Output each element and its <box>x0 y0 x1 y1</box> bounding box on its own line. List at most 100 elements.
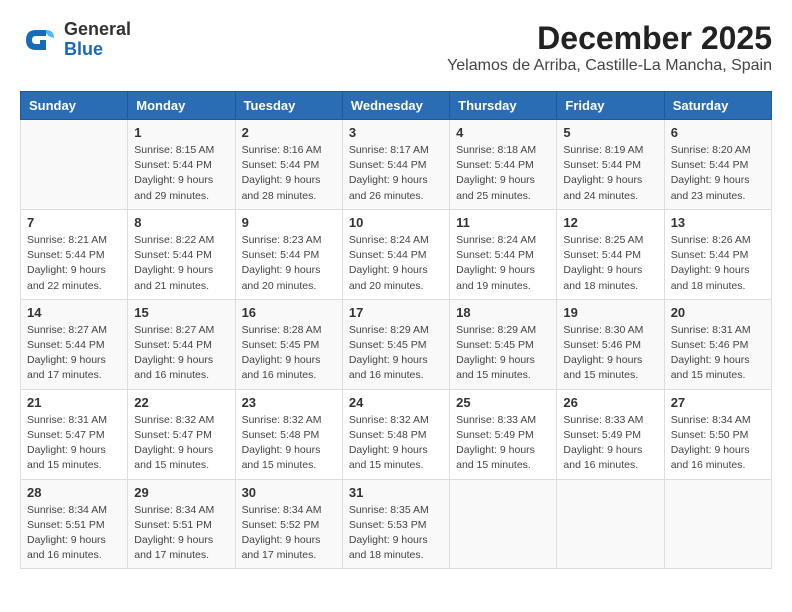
day-number: 15 <box>134 305 228 320</box>
calendar-cell: 7 Sunrise: 8:21 AMSunset: 5:44 PMDaylight… <box>21 209 128 299</box>
day-info: Sunrise: 8:26 AMSunset: 5:44 PMDaylight:… <box>671 233 765 294</box>
day-number: 28 <box>27 485 121 500</box>
day-number: 29 <box>134 485 228 500</box>
day-info: Sunrise: 8:32 AMSunset: 5:48 PMDaylight:… <box>242 413 336 474</box>
day-number: 31 <box>349 485 443 500</box>
day-info: Sunrise: 8:33 AMSunset: 5:49 PMDaylight:… <box>456 413 550 474</box>
calendar-cell <box>557 479 664 569</box>
day-number: 26 <box>563 395 657 410</box>
day-number: 14 <box>27 305 121 320</box>
day-number: 9 <box>242 215 336 230</box>
weekday-header-tuesday: Tuesday <box>235 92 342 120</box>
day-info: Sunrise: 8:17 AMSunset: 5:44 PMDaylight:… <box>349 143 443 204</box>
calendar-cell: 15 Sunrise: 8:27 AMSunset: 5:44 PMDayligh… <box>128 299 235 389</box>
week-row-3: 14 Sunrise: 8:27 AMSunset: 5:44 PMDayligh… <box>21 299 772 389</box>
month-title: December 2025 <box>447 20 772 57</box>
weekday-header-monday: Monday <box>128 92 235 120</box>
day-number: 24 <box>349 395 443 410</box>
weekday-header-friday: Friday <box>557 92 664 120</box>
day-info: Sunrise: 8:34 AMSunset: 5:51 PMDaylight:… <box>134 503 228 564</box>
calendar-cell: 25Sunrise: 8:33 AMSunset: 5:49 PMDayligh… <box>450 389 557 479</box>
day-number: 21 <box>27 395 121 410</box>
day-info: Sunrise: 8:27 AMSunset: 5:44 PMDaylight:… <box>27 323 121 384</box>
calendar-cell: 3 Sunrise: 8:17 AMSunset: 5:44 PMDaylight… <box>342 120 449 210</box>
day-number: 7 <box>27 215 121 230</box>
day-number: 8 <box>134 215 228 230</box>
weekday-header-thursday: Thursday <box>450 92 557 120</box>
logo: General Blue <box>20 20 131 60</box>
calendar-cell: 6 Sunrise: 8:20 AMSunset: 5:44 PMDaylight… <box>664 120 771 210</box>
calendar-cell: 4Sunrise: 8:18 AMSunset: 5:44 PMDaylight… <box>450 120 557 210</box>
week-row-2: 7 Sunrise: 8:21 AMSunset: 5:44 PMDaylight… <box>21 209 772 299</box>
day-number: 18 <box>456 305 550 320</box>
day-info: Sunrise: 8:34 AMSunset: 5:52 PMDaylight:… <box>242 503 336 564</box>
calendar-cell: 24 Sunrise: 8:32 AMSunset: 5:48 PMDayligh… <box>342 389 449 479</box>
day-info: Sunrise: 8:25 AMSunset: 5:44 PMDaylight:… <box>563 233 657 294</box>
day-info: Sunrise: 8:19 AMSunset: 5:44 PMDaylight:… <box>563 143 657 204</box>
logo-text: General Blue <box>64 20 131 60</box>
day-number: 11 <box>456 215 550 230</box>
calendar-cell <box>21 120 128 210</box>
day-info: Sunrise: 8:20 AMSunset: 5:44 PMDaylight:… <box>671 143 765 204</box>
day-info: Sunrise: 8:27 AMSunset: 5:44 PMDaylight:… <box>134 323 228 384</box>
calendar-cell: 9 Sunrise: 8:23 AMSunset: 5:44 PMDaylight… <box>235 209 342 299</box>
calendar-cell: 17Sunrise: 8:29 AMSunset: 5:45 PMDayligh… <box>342 299 449 389</box>
day-number: 16 <box>242 305 336 320</box>
day-number: 1 <box>134 125 228 140</box>
day-info: Sunrise: 8:16 AMSunset: 5:44 PMDaylight:… <box>242 143 336 204</box>
day-number: 23 <box>242 395 336 410</box>
day-info: Sunrise: 8:22 AMSunset: 5:44 PMDaylight:… <box>134 233 228 294</box>
day-info: Sunrise: 8:21 AMSunset: 5:44 PMDaylight:… <box>27 233 121 294</box>
day-number: 13 <box>671 215 765 230</box>
location-title: Yelamos de Arriba, Castille-La Mancha, S… <box>447 57 772 75</box>
calendar-cell: 23 Sunrise: 8:32 AMSunset: 5:48 PMDayligh… <box>235 389 342 479</box>
calendar-cell: 26 Sunrise: 8:33 AMSunset: 5:49 PMDayligh… <box>557 389 664 479</box>
day-info: Sunrise: 8:28 AMSunset: 5:45 PMDaylight:… <box>242 323 336 384</box>
day-info: Sunrise: 8:35 AMSunset: 5:53 PMDaylight:… <box>349 503 443 564</box>
day-info: Sunrise: 8:34 AMSunset: 5:50 PMDaylight:… <box>671 413 765 474</box>
calendar-cell: 2Sunrise: 8:16 AMSunset: 5:44 PMDaylight… <box>235 120 342 210</box>
day-info: Sunrise: 8:31 AMSunset: 5:46 PMDaylight:… <box>671 323 765 384</box>
day-info: Sunrise: 8:33 AMSunset: 5:49 PMDaylight:… <box>563 413 657 474</box>
calendar-cell: 30Sunrise: 8:34 AMSunset: 5:52 PMDayligh… <box>235 479 342 569</box>
calendar-cell: 10 Sunrise: 8:24 AMSunset: 5:44 PMDayligh… <box>342 209 449 299</box>
calendar-cell: 28 Sunrise: 8:34 AMSunset: 5:51 PMDayligh… <box>21 479 128 569</box>
day-info: Sunrise: 8:29 AMSunset: 5:45 PMDaylight:… <box>456 323 550 384</box>
calendar-cell <box>664 479 771 569</box>
day-info: Sunrise: 8:24 AMSunset: 5:44 PMDaylight:… <box>349 233 443 294</box>
day-number: 22 <box>134 395 228 410</box>
day-number: 27 <box>671 395 765 410</box>
weekday-header-row: SundayMondayTuesdayWednesdayThursdayFrid… <box>21 92 772 120</box>
week-row-1: 1 Sunrise: 8:15 AMSunset: 5:44 PMDaylight… <box>21 120 772 210</box>
calendar-cell: 22Sunrise: 8:32 AMSunset: 5:47 PMDayligh… <box>128 389 235 479</box>
week-row-4: 21Sunrise: 8:31 AMSunset: 5:47 PMDayligh… <box>21 389 772 479</box>
weekday-header-saturday: Saturday <box>664 92 771 120</box>
day-number: 19 <box>563 305 657 320</box>
weekday-header-sunday: Sunday <box>21 92 128 120</box>
calendar-cell: 1 Sunrise: 8:15 AMSunset: 5:44 PMDaylight… <box>128 120 235 210</box>
top-row: General Blue December 2025 Yelamos de Ar… <box>20 20 772 79</box>
day-info: Sunrise: 8:30 AMSunset: 5:46 PMDaylight:… <box>563 323 657 384</box>
day-number: 5 <box>563 125 657 140</box>
calendar-cell: 5 Sunrise: 8:19 AMSunset: 5:44 PMDaylight… <box>557 120 664 210</box>
day-info: Sunrise: 8:32 AMSunset: 5:48 PMDaylight:… <box>349 413 443 474</box>
calendar-cell: 18 Sunrise: 8:29 AMSunset: 5:45 PMDayligh… <box>450 299 557 389</box>
day-number: 6 <box>671 125 765 140</box>
day-info: Sunrise: 8:18 AMSunset: 5:44 PMDaylight:… <box>456 143 550 204</box>
day-info: Sunrise: 8:23 AMSunset: 5:44 PMDaylight:… <box>242 233 336 294</box>
day-info: Sunrise: 8:24 AMSunset: 5:44 PMDaylight:… <box>456 233 550 294</box>
weekday-header-wednesday: Wednesday <box>342 92 449 120</box>
day-info: Sunrise: 8:29 AMSunset: 5:45 PMDaylight:… <box>349 323 443 384</box>
logo-general: General <box>64 20 131 40</box>
calendar-cell: 29 Sunrise: 8:34 AMSunset: 5:51 PMDayligh… <box>128 479 235 569</box>
day-number: 12 <box>563 215 657 230</box>
day-info: Sunrise: 8:34 AMSunset: 5:51 PMDaylight:… <box>27 503 121 564</box>
calendar-cell: 19 Sunrise: 8:30 AMSunset: 5:46 PMDayligh… <box>557 299 664 389</box>
day-number: 10 <box>349 215 443 230</box>
week-row-5: 28 Sunrise: 8:34 AMSunset: 5:51 PMDayligh… <box>21 479 772 569</box>
calendar-cell: 31 Sunrise: 8:35 AMSunset: 5:53 PMDayligh… <box>342 479 449 569</box>
day-info: Sunrise: 8:15 AMSunset: 5:44 PMDaylight:… <box>134 143 228 204</box>
calendar-cell: 13 Sunrise: 8:26 AMSunset: 5:44 PMDayligh… <box>664 209 771 299</box>
calendar-cell: 20Sunrise: 8:31 AMSunset: 5:46 PMDayligh… <box>664 299 771 389</box>
day-number: 3 <box>349 125 443 140</box>
